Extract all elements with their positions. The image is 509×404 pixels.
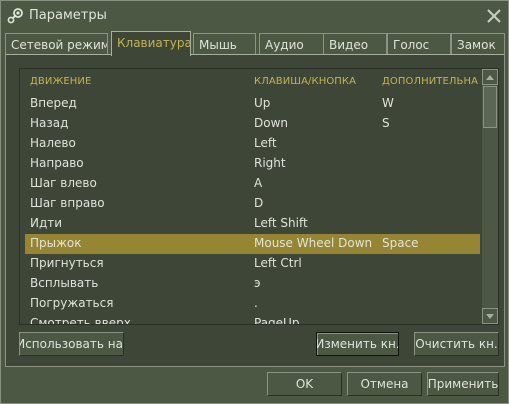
tab-lock[interactable]: Замок <box>451 33 505 55</box>
use-default-button[interactable]: Использовать на. <box>19 332 124 356</box>
column-header-key[interactable]: КЛАВИША/КНОПКА <box>254 76 378 87</box>
binding-key: Mouse Wheel Down <box>254 236 373 250</box>
window-title: Параметры <box>29 8 107 23</box>
binding-action: Прыжок <box>30 236 82 250</box>
apply-button[interactable]: Применить <box>427 372 499 396</box>
tab-keyboard[interactable]: Клавиатура <box>111 31 191 56</box>
binding-action: Налево <box>30 136 76 150</box>
binding-action: Погружаться <box>30 296 114 310</box>
table-row[interactable]: Погружаться. <box>25 294 480 314</box>
close-icon[interactable] <box>485 7 503 25</box>
table-row[interactable]: Идти Left Shift <box>25 214 480 234</box>
binding-key: D <box>254 196 264 210</box>
tab-audio[interactable]: Аудио <box>259 33 324 55</box>
binding-action: Всплывать <box>30 276 99 290</box>
binding-key: Right <box>254 156 286 170</box>
binding-key: Left Shift <box>254 216 308 230</box>
chevron-down-icon <box>486 313 494 319</box>
tab-bar: Сетевой режим Клавиатура Мышь Аудио Виде… <box>5 31 505 56</box>
tab-video[interactable]: Видео <box>323 33 387 55</box>
key-bindings-list[interactable]: ДВИЖЕНИЕ КЛАВИША/КНОПКА ДОПОЛНИТЕЛЬНАЯ В… <box>19 68 499 325</box>
options-dialog: Параметры Сетевой режим Клавиатура Мышь … <box>0 0 509 404</box>
ok-button[interactable]: OK <box>267 372 342 396</box>
scroll-up-button[interactable] <box>482 69 498 85</box>
binding-key: A <box>254 176 263 190</box>
binding-action: Шаг вправо <box>30 196 105 210</box>
steam-icon <box>6 7 24 25</box>
change-key-button[interactable]: Изменить кн. <box>316 332 399 356</box>
binding-key: Up <box>254 96 271 110</box>
binding-action: Пригнуться <box>30 256 104 270</box>
binding-alternate: Space <box>382 236 419 250</box>
table-row[interactable]: Смотреть вверх PageUp <box>25 314 480 325</box>
table-row[interactable]: Вперед Up W <box>25 94 480 114</box>
tab-voice[interactable]: Голос <box>387 33 451 55</box>
binding-key: Down <box>254 116 289 130</box>
list-header: ДВИЖЕНИЕ КЛАВИША/КНОПКА ДОПОЛНИТЕЛЬНАЯ <box>20 69 482 89</box>
column-header-action[interactable]: ДВИЖЕНИЕ <box>30 76 250 87</box>
table-row[interactable]: Пригнуться Left Ctrl <box>25 254 480 274</box>
tab-mouse[interactable]: Мышь <box>193 33 256 55</box>
table-row[interactable]: Налево Left <box>25 134 480 154</box>
table-row[interactable]: Шаг вправо D <box>25 194 480 214</box>
binding-alternate: S <box>382 116 390 130</box>
chevron-up-icon <box>486 74 494 80</box>
binding-key: . <box>254 296 258 310</box>
table-row[interactable]: Назад Down S <box>25 114 480 134</box>
binding-action: Шаг влево <box>30 176 97 190</box>
table-row[interactable]: Всплывать э <box>25 274 480 294</box>
binding-action: Идти <box>30 216 63 230</box>
binding-key: Left <box>254 136 277 150</box>
table-row[interactable]: Шаг влево A <box>25 174 480 194</box>
keyboard-panel: ДВИЖЕНИЕ КЛАВИША/КНОПКА ДОПОЛНИТЕЛЬНАЯ В… <box>5 54 505 367</box>
binding-action: Направо <box>30 156 84 170</box>
scroll-thumb[interactable] <box>483 86 497 128</box>
binding-key: Left Ctrl <box>254 256 302 270</box>
table-row[interactable]: Прыжок Mouse Wheel Down Space <box>25 234 480 254</box>
binding-action: Смотреть вверх <box>30 316 131 325</box>
column-header-alternate[interactable]: ДОПОЛНИТЕЛЬНАЯ <box>382 76 478 87</box>
cancel-button[interactable]: Отмена <box>347 372 422 396</box>
clear-key-button[interactable]: Очистить кн. <box>414 332 499 356</box>
binding-action: Назад <box>30 116 69 130</box>
table-row[interactable]: Направо Right <box>25 154 480 174</box>
binding-action: Вперед <box>30 96 77 110</box>
binding-key: э <box>254 276 261 290</box>
binding-key: PageUp <box>254 316 300 325</box>
list-scrollbar[interactable] <box>482 69 498 324</box>
scroll-down-button[interactable] <box>482 308 498 324</box>
title-bar[interactable]: Параметры <box>1 1 508 31</box>
tab-multiplayer[interactable]: Сетевой режим <box>5 33 108 55</box>
binding-alternate: W <box>382 96 394 110</box>
